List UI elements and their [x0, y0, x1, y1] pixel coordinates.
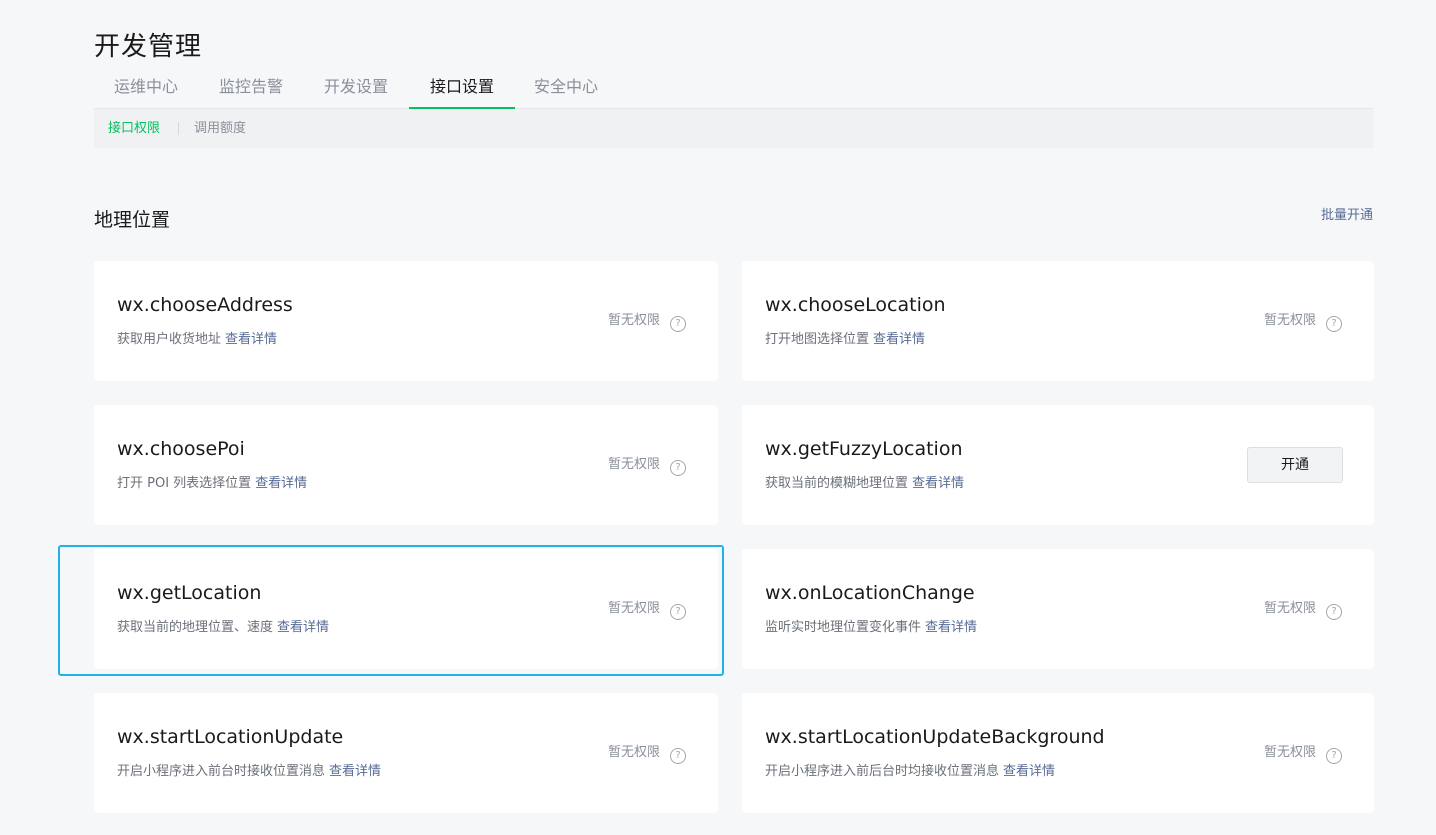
permission-status: 暂无权限?: [1264, 598, 1342, 620]
permission-status: 暂无权限?: [1264, 742, 1342, 764]
api-description: 开启小程序进入前后台时均接收位置消息 查看详情: [765, 762, 1055, 782]
no-permission-label: 暂无权限: [1263, 601, 1316, 616]
api-card: wx.startLocationUpdate 开启小程序进入前台时接收位置消息查…: [94, 693, 718, 813]
api-card: wx.getLocation 获取当前的地理位置、速度 查看详情 暂无权限?: [94, 549, 718, 669]
subnav-call-quota[interactable]: 调用额度: [194, 109, 246, 148]
api-description: 获取当前的模糊地理位置 查看详情: [765, 474, 964, 494]
no-permission-label: 暂无权限: [1263, 745, 1316, 760]
subnav-divider: [178, 122, 179, 135]
api-name: wx.chooseLocation: [765, 294, 946, 316]
view-details-link[interactable]: 查看详情: [255, 476, 307, 491]
api-card: wx.chooseAddress 获取用户收货地址 查看详情 暂无权限?: [94, 261, 718, 381]
question-mark-icon[interactable]: ?: [670, 460, 686, 476]
no-permission-label: 暂无权限: [607, 313, 660, 328]
main-tabs: 运维中心 监控告警 开发设置 接口设置 安全中心: [94, 66, 1373, 109]
api-name: wx.onLocationChange: [765, 582, 975, 604]
api-description-text: 获取当前的模糊地理位置: [765, 476, 909, 491]
section-title: 地理位置: [94, 209, 171, 231]
api-name: wx.startLocationUpdateBackground: [765, 726, 1105, 748]
api-description: 获取用户收货地址 查看详情: [117, 330, 277, 350]
no-permission-label: 暂无权限: [607, 745, 660, 760]
view-details-link[interactable]: 查看详情: [225, 332, 277, 347]
view-details-link[interactable]: 查看详情: [912, 476, 964, 491]
tab-monitoring-alerts[interactable]: 监控告警: [199, 66, 303, 108]
api-description-text: 打开 POI 列表选择位置: [117, 476, 252, 491]
permission-status: 暂无权限?: [608, 742, 686, 764]
api-card: wx.chooseLocation 打开地图选择位置 查看详情 暂无权限?: [742, 261, 1374, 381]
api-description-text: 监听实时地理位置变化事件: [765, 620, 922, 635]
api-name: wx.chooseAddress: [117, 294, 293, 316]
enable-button[interactable]: 开通: [1247, 447, 1343, 483]
permission-status: 暂无权限?: [1264, 310, 1342, 332]
api-description: 监听实时地理位置变化事件 查看详情: [765, 618, 977, 638]
permission-status: 暂无权限?: [608, 310, 686, 332]
question-mark-icon[interactable]: ?: [1326, 316, 1342, 332]
tab-dev-settings[interactable]: 开发设置: [304, 66, 408, 108]
api-name: wx.getFuzzyLocation: [765, 438, 963, 460]
view-details-link[interactable]: 查看详情: [277, 620, 329, 635]
page-title: 开发管理: [94, 32, 203, 63]
api-description: 打开地图选择位置 查看详情: [765, 330, 925, 350]
subnav-api-permissions[interactable]: 接口权限: [108, 109, 160, 148]
view-details-link[interactable]: 查看详情: [873, 332, 925, 347]
page: 开发管理 运维中心 监控告警 开发设置 接口设置 安全中心 接口权限 调用额度 …: [0, 0, 1436, 835]
question-mark-icon[interactable]: ?: [1326, 604, 1342, 620]
api-description-text: 获取当前的地理位置、速度: [117, 620, 274, 635]
api-description-text: 获取用户收货地址: [117, 332, 222, 347]
view-details-link[interactable]: 查看详情: [1003, 764, 1055, 779]
api-description-text: 打开地图选择位置: [765, 332, 870, 347]
api-card: wx.onLocationChange 监听实时地理位置变化事件 查看详情 暂无权…: [742, 549, 1374, 669]
question-mark-icon[interactable]: ?: [1326, 748, 1342, 764]
api-name: wx.startLocationUpdate: [117, 726, 344, 748]
batch-enable-link[interactable]: 批量开通: [1321, 205, 1373, 227]
tab-ops-center[interactable]: 运维中心: [94, 66, 198, 108]
view-details-link[interactable]: 查看详情: [329, 764, 381, 779]
tab-api-settings[interactable]: 接口设置: [409, 66, 515, 109]
api-name: wx.getLocation: [117, 582, 262, 604]
question-mark-icon[interactable]: ?: [670, 316, 686, 332]
no-permission-label: 暂无权限: [607, 457, 660, 472]
api-description: 开启小程序进入前台时接收位置消息 查看详情: [117, 762, 381, 782]
no-permission-label: 暂无权限: [607, 601, 660, 616]
api-description-text: 开启小程序进入前台时接收位置消息: [117, 764, 326, 779]
api-description-text: 开启小程序进入前后台时均接收位置消息: [765, 764, 1000, 779]
tab-security-center[interactable]: 安全中心: [514, 66, 618, 108]
view-details-link[interactable]: 查看详情: [925, 620, 977, 635]
permission-status: 暂无权限?: [608, 454, 686, 476]
api-card: wx.getFuzzyLocation 获取当前的模糊地理位置 查看详情 开通: [742, 405, 1374, 525]
api-description: 获取当前的地理位置、速度 查看详情: [117, 618, 329, 638]
api-description: 打开 POI 列表选择位置 查看详情: [117, 474, 307, 494]
question-mark-icon[interactable]: ?: [670, 748, 686, 764]
no-permission-label: 暂无权限: [1263, 313, 1316, 328]
question-mark-icon[interactable]: ?: [670, 604, 686, 620]
api-card: wx.choosePoi 打开 POI 列表选择位置 查看详情 暂无权限?: [94, 405, 718, 525]
api-card: wx.startLocationUpdateBackground 开启小程序进入…: [742, 693, 1374, 813]
api-name: wx.choosePoi: [117, 438, 245, 460]
permission-status: 暂无权限?: [608, 598, 686, 620]
sub-navigation: 接口权限 调用额度: [94, 109, 1373, 148]
